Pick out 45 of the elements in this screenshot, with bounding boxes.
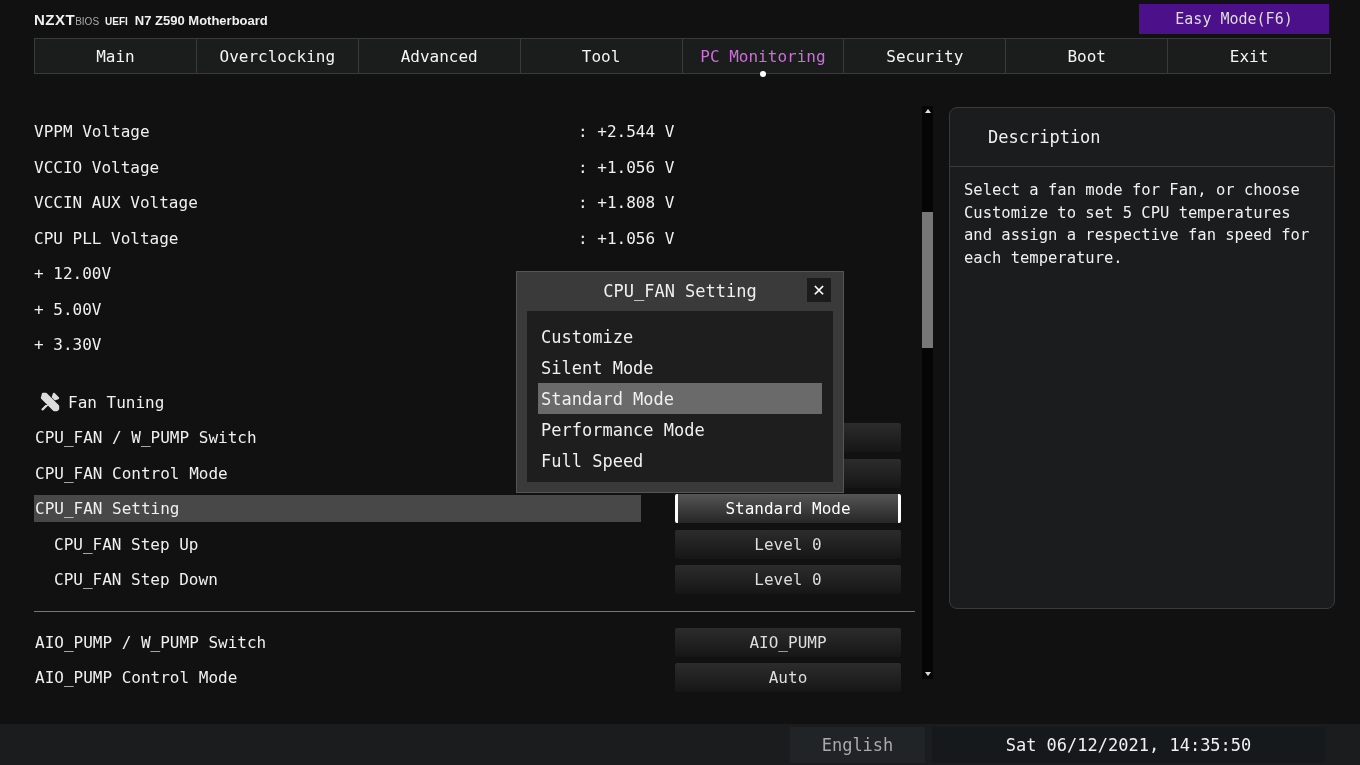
description-title: Description: [988, 127, 1101, 147]
setting-label[interactable]: CPU_FAN Step Up: [34, 530, 660, 558]
setting-label[interactable]: CPU_FAN Setting: [34, 495, 641, 523]
menu-tab[interactable]: Security: [844, 39, 1007, 73]
menu-tab[interactable]: Exit: [1168, 39, 1330, 73]
menu-tab[interactable]: Advanced: [358, 39, 521, 73]
reading-label: VPPM Voltage: [34, 122, 151, 142]
option-item[interactable]: Customize: [538, 321, 822, 352]
setting-value-button[interactable]: AIO_PUMP: [675, 627, 901, 657]
reading-value: : +1.056 V: [578, 228, 675, 248]
reading-label: + 5.00V: [34, 299, 103, 319]
section-heading: Fan Tuning: [68, 392, 165, 412]
close-button[interactable]: ✕: [807, 278, 831, 302]
reading-value: : +1.808 V: [578, 193, 675, 213]
easy-mode-button[interactable]: Easy Mode(F6): [1139, 4, 1329, 34]
brand-suffix: BIOS: [75, 15, 100, 27]
setting-value-button[interactable]: Standard Mode: [675, 494, 901, 524]
language-selector[interactable]: English: [790, 726, 925, 763]
setting-value-button[interactable]: Auto: [675, 663, 901, 693]
setting-label[interactable]: CPU_FAN Step Down: [34, 566, 660, 594]
date-time: Sat 06/12/2021, 14:35:50: [932, 726, 1325, 763]
reading-label: + 12.00V: [34, 264, 113, 284]
reading-label: VCCIO Voltage: [34, 157, 161, 177]
menu-tab[interactable]: Boot: [1006, 39, 1169, 73]
option-item[interactable]: Performance Mode: [538, 414, 822, 445]
firmware-label: UEFI: [105, 15, 128, 27]
brand-logo: NZXT: [34, 10, 76, 28]
reading-value: : +1.056 V: [578, 157, 675, 177]
option-item[interactable]: Full Speed: [538, 445, 822, 476]
option-item[interactable]: Standard Mode: [538, 383, 822, 414]
scrollbar[interactable]: [922, 106, 933, 679]
reading-value: : +2.544 V: [578, 122, 675, 142]
board-name: N7 Z590 Motherboard: [134, 12, 268, 28]
description-text: Select a fan mode for Fan, or choose Customize to set 5 CPU temperatures and assign a respective fan speed for each temperature.: [964, 180, 1311, 269]
dialog-title: CPU_FAN Setting: [603, 281, 757, 301]
menu-tab[interactable]: Tool: [520, 39, 683, 73]
setting-label[interactable]: AIO_PUMP Control Mode: [34, 664, 641, 692]
option-item[interactable]: Silent Mode: [538, 352, 822, 383]
menu-tab[interactable]: Overclocking: [196, 39, 359, 73]
setting-label[interactable]: AIO_PUMP / W_PUMP Switch: [34, 628, 641, 656]
reading-label: VCCIN AUX Voltage: [34, 193, 199, 213]
reading-label: CPU PLL Voltage: [34, 228, 180, 248]
setting-value-button[interactable]: Level 0: [675, 565, 901, 595]
menu-tab[interactable]: Main: [35, 39, 197, 73]
setting-value-button[interactable]: Level 0: [675, 529, 901, 559]
